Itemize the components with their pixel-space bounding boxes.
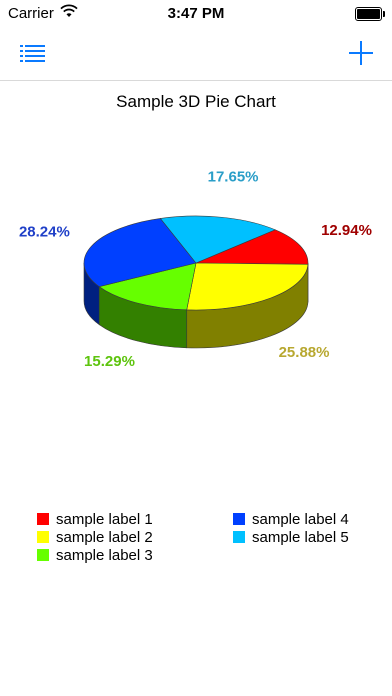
legend-swatch [37,513,49,525]
chart-title: Sample 3D Pie Chart [116,92,276,111]
legend-item: sample label 4 [233,510,349,528]
pie-pct-label-3: 15.29% [84,353,135,370]
pie-pct-label-2: 25.88% [279,344,330,361]
pie-pct-label-1: 12.94% [321,222,372,239]
legend-item: sample label 1 [37,510,153,528]
list-icon[interactable] [18,42,48,64]
legend-swatch [233,513,245,525]
chart-legend: sample label 1 sample label 2 sample label… [0,500,392,580]
status-bar: Carrier 3:47 PM [0,0,392,28]
legend-label: sample label 2 [56,528,153,546]
pie-chart: 12.94% 25.88% 15.29% 28.24% 17.65% [19,168,372,370]
legend-label: sample label 1 [56,510,153,528]
legend-label: sample label 5 [252,528,349,546]
clock: 3:47 PM [167,5,225,22]
legend-swatch [37,549,49,561]
plus-icon[interactable] [348,40,374,66]
nav-bar [0,28,392,81]
legend-swatch [37,531,49,543]
battery-icon [355,7,385,21]
legend-item: sample label 3 [37,546,153,564]
legend-item: sample label 2 [37,528,153,546]
legend-swatch [233,531,245,543]
pie-pct-label-4: 28.24% [19,224,70,241]
pie-pct-label-5: 17.65% [208,168,259,185]
legend-item: sample label 5 [233,528,349,546]
legend-label: sample label 3 [56,546,153,564]
legend-label: sample label 4 [252,510,349,528]
